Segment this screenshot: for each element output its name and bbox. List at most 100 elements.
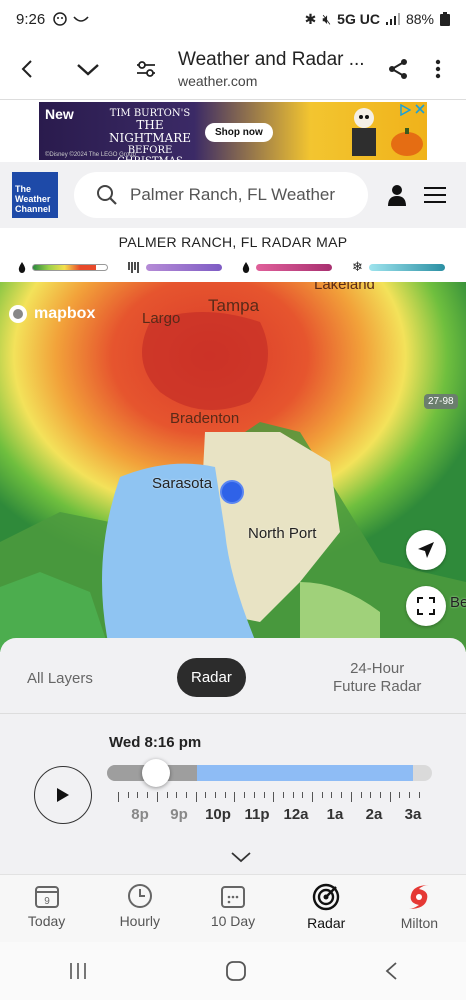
battery-label: 88% [405,11,434,27]
nav-today[interactable]: 9 Today [0,875,93,942]
ad-banner[interactable]: New TIM BURTON'S THE NIGHTMARE BEFORE CH… [39,102,427,160]
browser-toolbar: Weather and Radar ... weather.com [0,38,466,100]
nav-radar[interactable]: Radar [280,875,373,942]
lego-figure-icon [352,108,376,156]
calendar-day-number: 9 [44,896,50,907]
tab-all-layers[interactable]: All Layers [27,670,93,687]
system-navigation [0,942,466,1000]
timeline-hour-label: 9p [170,806,188,823]
timeline-ticks [118,792,428,802]
timeline-tick [399,792,401,798]
legend-snow-bar [368,263,445,271]
timeline-tick [370,792,372,798]
chevron-left-icon [21,59,32,78]
logo-line2: Weather [15,194,51,204]
play-button[interactable] [34,766,92,824]
timeline-hour-label: 11p [244,806,270,823]
mapbox-logo-icon [9,305,27,323]
place-sarasota: Sarasota [152,475,213,492]
mapbox-label: mapbox [34,305,96,322]
legend-freezing-bar [256,263,332,271]
ad-badge: New [45,106,74,122]
page-title: Weather and Radar ... [178,48,365,70]
clock-icon [127,884,152,908]
status-time: 9:26 [16,10,46,28]
hurricane-icon [409,885,430,909]
weather-channel-logo[interactable]: The Weather Channel [12,172,58,218]
timeline-future [197,765,413,781]
radar-map[interactable]: mapbox Lakeland Largo Tampa Bradenton Sa… [0,282,466,652]
legend-rain [18,261,108,273]
site-settings-button[interactable] [126,49,166,89]
timeline-hour-label: 2a [365,806,383,823]
recent-apps-icon[interactable] [68,962,88,980]
timeline-tick [118,792,119,802]
menu-button[interactable] [418,178,452,212]
place-lakeland: Lakeland [314,282,375,293]
expand-chevron-icon[interactable] [230,850,252,864]
timeline-tick [360,792,362,798]
nav-hourly-label: Hourly [119,913,161,929]
timeline-tick [127,792,129,798]
timeline-tick [312,792,313,802]
signal-icon [385,13,400,25]
timeline-thumb[interactable] [142,759,170,787]
snowflake-icon: ❄ [352,259,363,274]
back-button[interactable] [8,49,48,89]
face-icon [53,12,67,26]
search-box[interactable] [74,172,368,218]
calendar-grid-icon [221,886,245,908]
tab-future-radar[interactable]: 24-Hour Future Radar [333,660,421,696]
ad-copyright: ©Disney ©2024 The LEGO Group [45,152,136,158]
legend-rain-bar [32,263,108,271]
legend-freezing-rain [242,261,332,273]
search-input[interactable] [130,185,350,205]
timeline-hour-label: 10p [205,806,231,823]
timeline-tick [321,792,323,798]
nav-milton[interactable]: Milton [373,875,466,942]
place-edge: Be [450,594,466,611]
timeline-tick [282,792,284,798]
home-icon[interactable] [225,960,247,982]
place-largo: Largo [142,310,181,327]
timeline-tick [302,792,304,798]
tab-future-line2: Future Radar [333,678,422,695]
timeline-hour-label: 12a [283,806,309,823]
account-button[interactable] [380,178,414,212]
highway-shield: 27-98 [424,394,458,409]
mapbox-attribution[interactable]: mapbox [8,304,95,324]
timeline-hours: 8p 9p 10p 11p 12a 1a 2a 3a [122,806,442,826]
sleet-icon [128,261,139,273]
fullscreen-button[interactable] [406,586,446,626]
page-url: weather.com [178,72,258,89]
legend-snow: ❄ [352,259,445,275]
nav-hourly[interactable]: Hourly [93,875,186,942]
ad-close-icon[interactable] [415,104,425,114]
locate-me-button[interactable] [406,530,446,570]
timeline-hour-label: 8p [131,806,149,823]
network-label: 5G UC [337,11,380,27]
adchoices-icon[interactable] [399,104,411,116]
status-bar: 9:26 ✱ 🔇︎ 5G UC 88% [0,0,466,38]
ad-shop-button[interactable]: Shop now [205,123,273,142]
place-bradenton: Bradenton [170,410,240,427]
collapse-button[interactable] [68,49,108,89]
back-nav-icon[interactable] [384,961,398,981]
timeline-tick [331,792,333,798]
timeline-tick [176,792,178,798]
timeline-tick [379,792,381,798]
legend-sleet [128,261,222,273]
logo-line3: Channel [15,204,51,214]
fullscreen-icon [417,597,435,615]
timeline-tick [263,792,265,798]
radar-control-sheet: All Layers Radar 24-Hour Future Radar We… [0,638,466,874]
share-button[interactable] [378,49,418,89]
radar-icon [313,883,340,911]
timeline-hour-label: 3a [404,806,422,823]
nav-10-day[interactable]: 10 Day [186,875,279,942]
more-button[interactable] [418,49,458,89]
tab-radar[interactable]: Radar [177,658,246,697]
bottom-nav: 9 Today Hourly 10 Day Radar Milton [0,874,466,942]
radar-overlay [0,282,466,652]
address-area[interactable]: Weather and Radar ... weather.com [178,49,378,89]
